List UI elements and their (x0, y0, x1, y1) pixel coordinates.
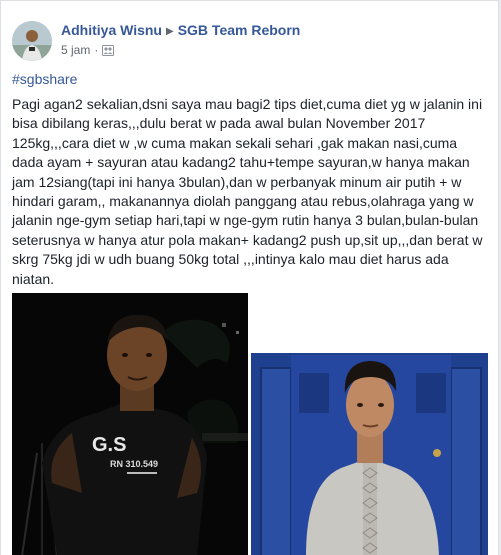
author-avatar[interactable] (12, 21, 52, 61)
post-body: Pagi agan2 sekalian,dsni saya mau bagi2 … (12, 96, 483, 287)
caret-right-icon: ▶ (166, 26, 174, 37)
separator-dot: · (94, 43, 99, 57)
before-photo[interactable]: G.S RN 310.549 (12, 293, 248, 555)
group-name[interactable]: SGB Team Reborn (178, 22, 301, 38)
after-photo-image (251, 293, 488, 555)
post-meta: 5 jam · (61, 43, 115, 59)
hashtag-link[interactable]: #sgbshare (12, 71, 77, 87)
post-card: Adhitiya Wisnu ▶ SGB Team Reborn 5 jam · #s… (0, 0, 499, 555)
after-photo[interactable] (251, 293, 488, 555)
post-timestamp[interactable]: 5 jam (61, 43, 90, 57)
post-header: Adhitiya Wisnu ▶ SGB Team Reborn (61, 22, 300, 38)
avatar-image (12, 21, 52, 61)
before-photo-image: G.S RN 310.549 (12, 293, 248, 555)
author-name[interactable]: Adhitiya Wisnu (61, 22, 162, 38)
shirt-print-number: RN 310.549 (110, 459, 158, 469)
group-audience-icon[interactable] (102, 45, 115, 59)
shirt-print-title: G.S (92, 434, 126, 456)
